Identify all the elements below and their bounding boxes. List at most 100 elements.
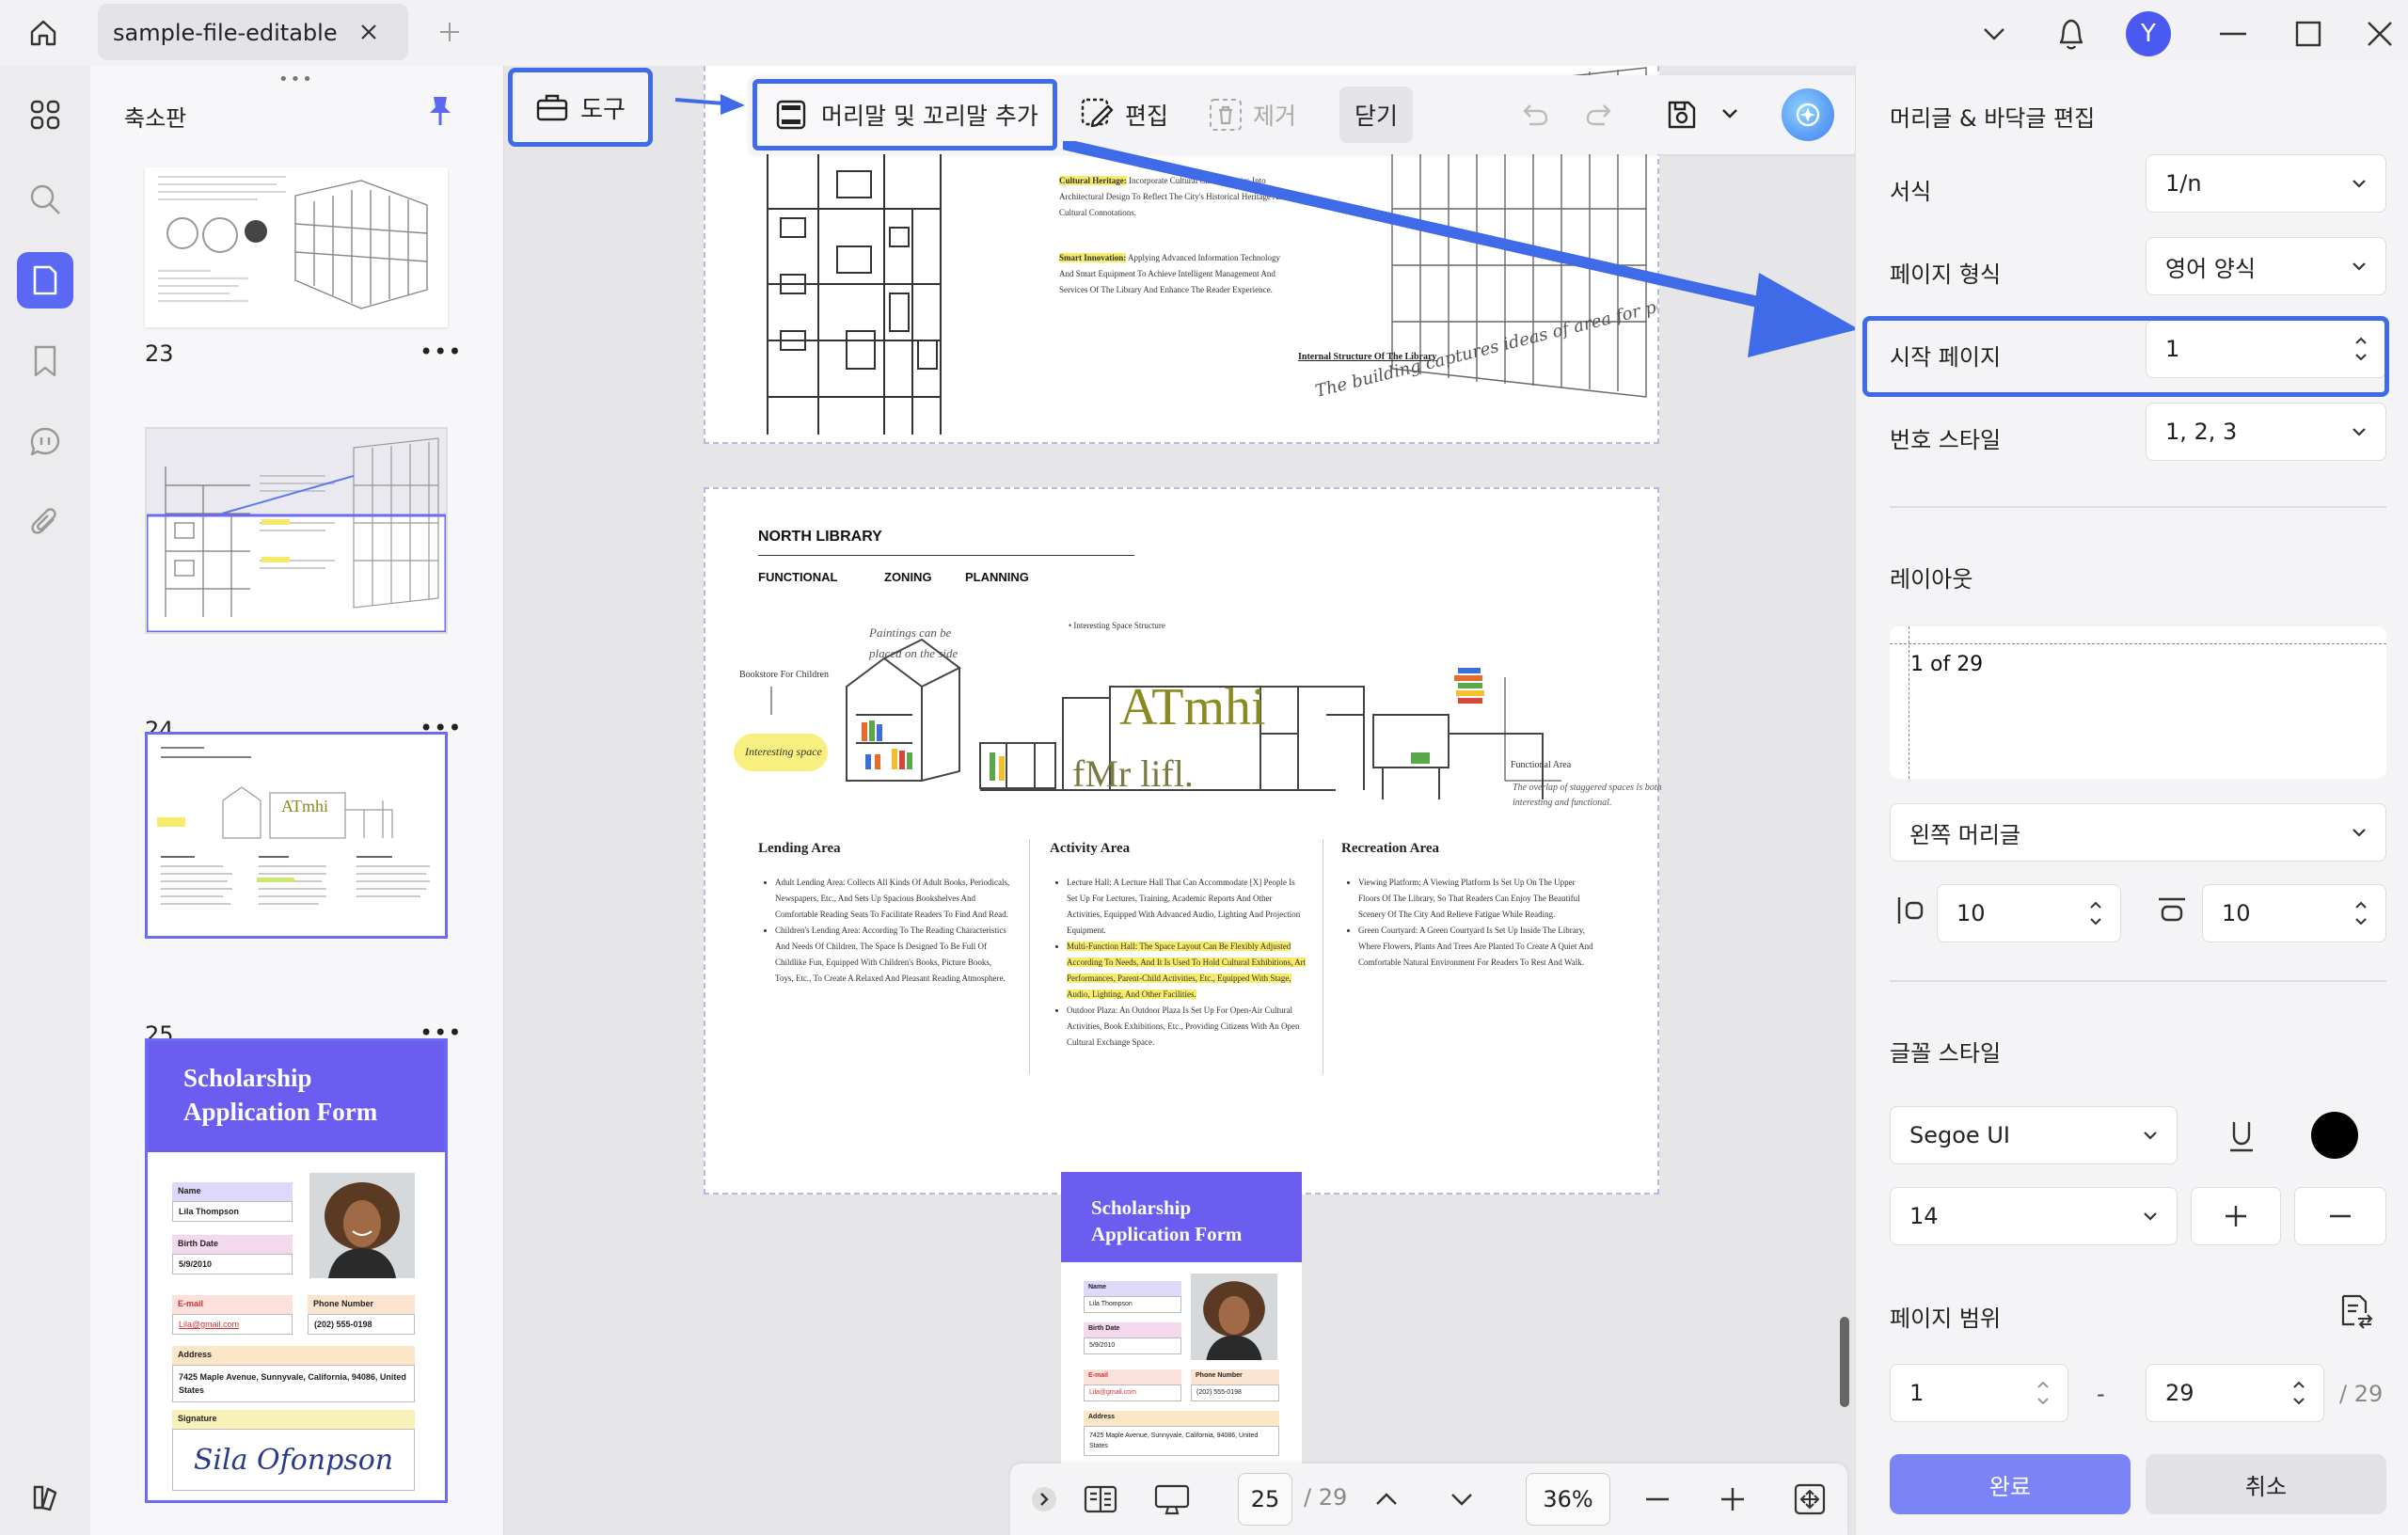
zoom-out-icon[interactable] [1635,1477,1680,1522]
page-format-select[interactable]: 영어 양식 [2146,237,2386,295]
header-position-value: 왼쪽 머리글 [1909,821,2021,848]
brand-logo-icon[interactable] [17,1469,73,1526]
bookstore-note: Bookstore For Children [739,670,829,680]
close-tab-icon[interactable] [354,17,384,47]
column-title-recreation: Recreation Area [1341,841,1439,856]
form-phone-label: Phone Number [308,1295,415,1314]
page-more-icon[interactable]: ••• [420,339,462,365]
zoom-in-icon[interactable] [1710,1477,1755,1522]
add-header-footer-label: 머리말 및 꼬리말 추가 [821,103,1038,130]
form-address-value: 7425 Maple Avenue, Sunnyvale, California… [1084,1426,1279,1456]
collapse-bar-icon[interactable] [1022,1477,1067,1522]
maximize-icon[interactable] [2288,13,2329,55]
number-style-select[interactable]: 1, 2, 3 [2146,403,2386,461]
page-thumbnail-23[interactable] [145,167,448,327]
format-select[interactable]: 1/n [2146,154,2386,213]
range-from-stepper[interactable]: 1 [1890,1364,2068,1422]
vertical-scrollbar[interactable] [1840,1317,1849,1407]
undo-icon[interactable] [1509,88,1561,141]
watermark-small: fMr lifl. [1072,752,1194,795]
close-edit-button[interactable]: 닫기 [1339,87,1413,143]
left-margin-stepper[interactable]: 10 [1937,884,2121,942]
attachment-icon[interactable] [17,495,73,551]
page-thumbnail-25[interactable]: ATmhi [145,732,448,939]
left-rail [0,66,90,1535]
redo-icon[interactable] [1573,88,1625,141]
decrease-font-size-button[interactable] [2294,1187,2386,1245]
stepper-arrows-icon[interactable] [2086,896,2105,930]
minus-icon [2330,1214,2351,1218]
pin-icon[interactable] [421,92,459,130]
font-size-select[interactable]: 14 [1890,1187,2178,1245]
zoom-level[interactable]: 36% [1526,1473,1610,1526]
cancel-button[interactable]: 취소 [2146,1454,2386,1514]
applicant-photo [1191,1274,1277,1360]
tab-title: sample-file-editable [113,20,338,46]
add-tab-icon[interactable] [433,15,467,49]
save-options-chevron-icon[interactable] [1716,100,1744,128]
panel-title: 머리글 & 바닥글 편집 [1890,105,2096,132]
column-divider [1029,839,1030,1074]
document-tab[interactable]: sample-file-editable [98,4,408,60]
page-range-label: 페이지 범위 [1890,1306,2002,1332]
form-signature-label: Signature [172,1410,415,1429]
previous-page-icon[interactable] [1364,1477,1409,1522]
search-icon[interactable] [17,171,73,228]
add-header-footer-button[interactable]: 머리말 및 꼬리말 추가 [752,79,1057,150]
minimize-icon[interactable] [2212,13,2254,55]
panel-drag-handle[interactable]: ••• [278,70,314,89]
home-icon[interactable] [17,13,70,53]
thumbnails-icon[interactable] [17,252,73,309]
tools-label: 도구 [580,95,626,124]
page-range-options-icon[interactable] [2337,1292,2379,1334]
form-name-value: Lila Thompson [1084,1296,1181,1313]
fit-page-icon[interactable] [1787,1477,1832,1522]
font-style-label: 글꼴 스타일 [1890,1040,2002,1067]
page-title: NORTH LIBRARY [758,529,882,545]
save-icon[interactable] [1656,88,1708,141]
header-position-select[interactable]: 왼쪽 머리글 [1890,803,2386,862]
stepper-arrows-icon[interactable] [2034,1376,2052,1410]
stepper-arrows-icon[interactable] [2289,1376,2308,1410]
number-style-label: 번호 스타일 [1890,427,2002,453]
stepper-arrows-icon[interactable] [2352,896,2370,930]
edit-label: 편집 [1125,103,1169,130]
edit-button[interactable]: 편집 [1080,88,1168,141]
form-birth-value: 5/9/2010 [172,1254,293,1274]
functional-area-note: Functional Area [1511,760,1572,770]
comment-icon[interactable] [17,414,73,470]
range-to-stepper[interactable]: 29 [2146,1364,2324,1422]
svg-text:ATmhi: ATmhi [281,797,328,815]
bookmark-icon[interactable] [17,333,73,389]
top-margin-stepper[interactable]: 10 [2202,884,2386,942]
left-margin-icon [1893,894,1931,931]
layout-preview[interactable]: 1 of 29 [1890,626,2386,779]
page-thumbnail-24[interactable] [145,427,448,634]
bottom-navigation-bar: 25 / 29 36% [1010,1464,1847,1535]
format-value: 1/n [2165,170,2202,197]
user-avatar[interactable]: Y [2126,11,2171,56]
activity-item: Lecture Hall: A Lecture Hall That Can Ac… [1067,875,1307,939]
underline-icon[interactable] [2213,1110,2270,1163]
chevron-down-icon[interactable] [1973,13,2015,55]
bell-icon[interactable] [2051,13,2092,55]
activity-list: Lecture Hall: A Lecture Hall That Can Ac… [1057,875,1307,1051]
font-color-swatch[interactable] [2311,1112,2358,1159]
presentation-icon[interactable] [1149,1477,1195,1522]
increase-font-size-button[interactable] [2191,1187,2281,1245]
callout-arrow-short [674,94,745,115]
page-format-value: 영어 양식 [2165,255,2256,282]
page-number-input[interactable]: 25 [1238,1473,1292,1526]
tools-button[interactable]: 도구 [508,68,653,147]
remove-button[interactable]: 제거 [1208,88,1296,141]
page-layout-icon[interactable] [1078,1477,1123,1522]
apps-grid-icon[interactable] [17,87,73,143]
page-number-23: 23 [145,340,174,367]
activity-item: Outdoor Plaza: An Outdoor Plaza Is Set U… [1067,1003,1307,1051]
next-page-icon[interactable] [1439,1477,1484,1522]
done-button[interactable]: 완료 [1890,1454,2131,1514]
close-window-icon[interactable] [2359,13,2400,55]
ai-assistant-icon[interactable] [1782,88,1834,141]
page-thumbnail-26[interactable]: Scholarship Application Form Name Lila T… [145,1038,448,1503]
font-family-select[interactable]: Segoe UI [1890,1106,2178,1164]
